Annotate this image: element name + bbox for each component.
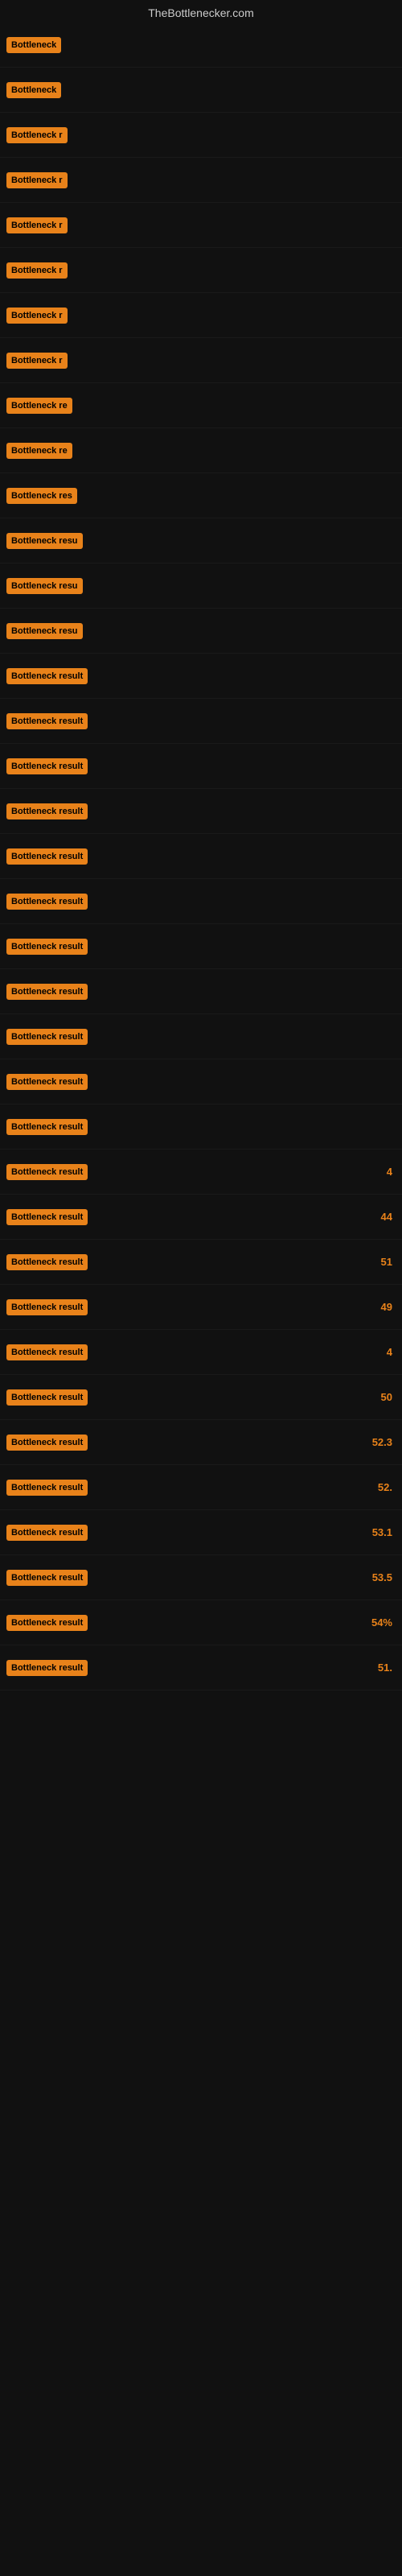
table-row: Bottleneck result 4 [0,1150,402,1195]
table-row: Bottleneck result [0,1059,402,1104]
bottleneck-label: Bottleneck result [6,1254,88,1270]
bottleneck-label: Bottleneck r [6,353,68,369]
site-title: TheBottlenecker.com [0,0,402,23]
bottleneck-value: 51. [378,1662,396,1674]
bottleneck-value: 44 [381,1211,396,1223]
bottleneck-label: Bottleneck r [6,127,68,143]
bottleneck-label: Bottleneck result [6,1119,88,1135]
table-row: Bottleneck result 44 [0,1195,402,1240]
table-row: Bottleneck result 4 [0,1330,402,1375]
table-row: Bottleneck r [0,293,402,338]
table-row: Bottleneck result 52.3 [0,1420,402,1465]
table-row: Bottleneck r [0,338,402,383]
bottleneck-label: Bottleneck result [6,1660,88,1676]
bottleneck-label: Bottleneck re [6,398,72,414]
bottleneck-label: Bottleneck result [6,1029,88,1045]
bottleneck-label: Bottleneck resu [6,623,83,639]
table-row: Bottleneck r [0,248,402,293]
table-row: Bottleneck resu [0,609,402,654]
bottleneck-label: Bottleneck result [6,1525,88,1541]
table-row: Bottleneck result 53.1 [0,1510,402,1555]
bottleneck-label: Bottleneck result [6,1480,88,1496]
bottleneck-value: 53.1 [372,1526,396,1538]
bottleneck-label: Bottleneck result [6,1435,88,1451]
bottleneck-label: Bottleneck result [6,1570,88,1586]
bottleneck-label: Bottleneck resu [6,578,83,594]
bottleneck-label: Bottleneck result [6,803,88,819]
table-row: Bottleneck res [0,473,402,518]
bottleneck-label: Bottleneck result [6,1299,88,1315]
bottleneck-label: Bottleneck r [6,308,68,324]
bottleneck-value: 52.3 [372,1436,396,1448]
table-row: Bottleneck result 52. [0,1465,402,1510]
bottleneck-value: 51 [381,1256,396,1268]
bottleneck-label: Bottleneck result [6,984,88,1000]
table-row: Bottleneck resu [0,564,402,609]
table-row: Bottleneck result [0,654,402,699]
bottleneck-value: 50 [381,1391,396,1403]
bottleneck-label: Bottleneck res [6,488,77,504]
table-row: Bottleneck r [0,113,402,158]
table-row: Bottleneck r [0,158,402,203]
table-row: Bottleneck result [0,879,402,924]
bottleneck-label: Bottleneck result [6,1209,88,1225]
table-row: Bottleneck result 54% [0,1600,402,1645]
table-row: Bottleneck result 49 [0,1285,402,1330]
table-row: Bottleneck [0,68,402,113]
bottleneck-label: Bottleneck r [6,172,68,188]
table-row: Bottleneck re [0,383,402,428]
table-row: Bottleneck result [0,789,402,834]
table-row: Bottleneck result 53.5 [0,1555,402,1600]
table-row: Bottleneck result [0,1014,402,1059]
table-row: Bottleneck result [0,699,402,744]
bottleneck-value: 54% [371,1616,396,1629]
bottleneck-label: Bottleneck result [6,1074,88,1090]
bottleneck-label: Bottleneck result [6,668,88,684]
bottleneck-value: 52. [378,1481,396,1493]
table-row: Bottleneck result [0,1104,402,1150]
table-row: Bottleneck result [0,744,402,789]
table-row: Bottleneck result [0,969,402,1014]
bottleneck-label: Bottleneck result [6,1344,88,1360]
bottleneck-label: Bottleneck re [6,443,72,459]
table-row: Bottleneck result [0,834,402,879]
table-row: Bottleneck result 51 [0,1240,402,1285]
bottleneck-label: Bottleneck resu [6,533,83,549]
table-row: Bottleneck result 51. [0,1645,402,1690]
bottleneck-value: 4 [387,1346,396,1358]
table-row: Bottleneck re [0,428,402,473]
bottleneck-label: Bottleneck result [6,1389,88,1406]
table-row: Bottleneck resu [0,518,402,564]
bottleneck-value: 53.5 [372,1571,396,1583]
bottleneck-label: Bottleneck r [6,262,68,279]
bottleneck-label: Bottleneck r [6,217,68,233]
bottleneck-label: Bottleneck result [6,939,88,955]
bottleneck-label: Bottleneck [6,37,61,53]
table-row: Bottleneck [0,23,402,68]
table-row: Bottleneck result 50 [0,1375,402,1420]
bottleneck-label: Bottleneck result [6,713,88,729]
bottleneck-value: 49 [381,1301,396,1313]
table-row: Bottleneck result [0,924,402,969]
bottleneck-label: Bottleneck result [6,1164,88,1180]
table-row: Bottleneck r [0,203,402,248]
bottleneck-label: Bottleneck result [6,848,88,865]
bottleneck-label: Bottleneck result [6,1615,88,1631]
bottleneck-label: Bottleneck result [6,894,88,910]
bottleneck-label: Bottleneck result [6,758,88,774]
bottleneck-value: 4 [387,1166,396,1178]
bottleneck-label: Bottleneck [6,82,61,98]
